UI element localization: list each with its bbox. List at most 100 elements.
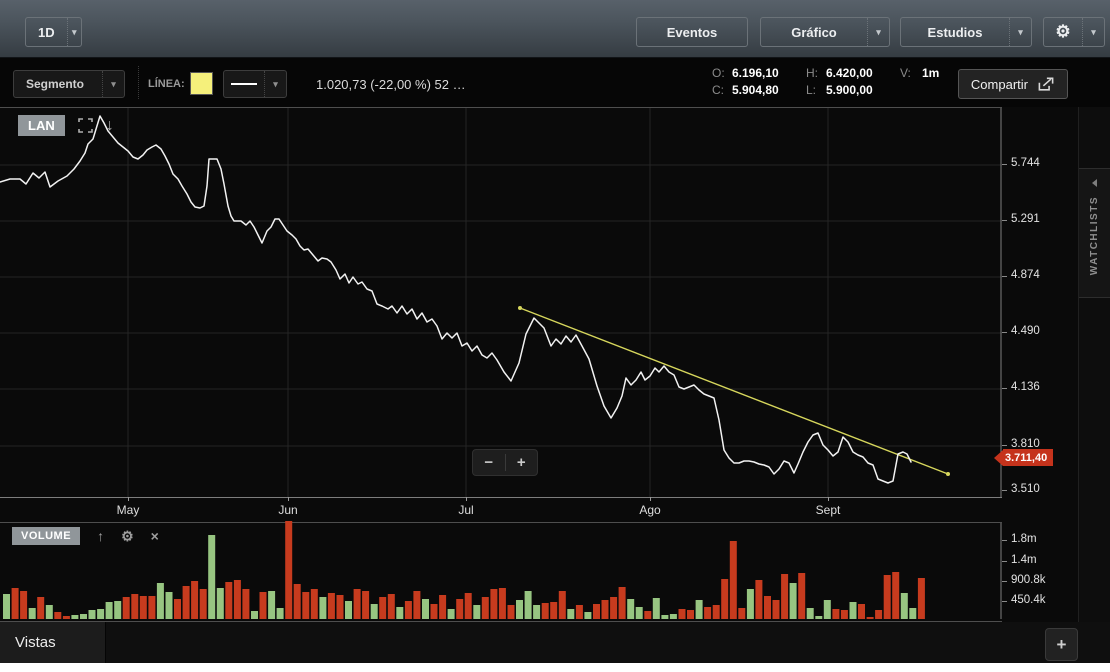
volume-axis[interactable]: 1.8m 1.4m 900.8k 450.4k: [1002, 522, 1078, 622]
price-tick-dash: [1002, 490, 1007, 491]
volume-tick-label: 450.4k: [1011, 594, 1046, 606]
zoom-out-button[interactable]: −: [473, 450, 505, 475]
volume-bar: [806, 608, 814, 619]
price-pane[interactable]: LAN ↓ − +: [0, 107, 1002, 498]
settings-button[interactable]: ⚙ ▾: [1043, 17, 1105, 47]
volume-pane[interactable]: VOLUME ↑ ⚙ ×: [0, 521, 1002, 622]
volume-bar: [114, 601, 122, 619]
volume-badge: VOLUME: [12, 527, 81, 545]
time-axis[interactable]: May Jun Jul Ago Sept: [0, 497, 1002, 522]
add-view-button[interactable]: +: [1045, 628, 1078, 661]
price-tick-dash: [1002, 445, 1007, 446]
volume-bar: [695, 600, 703, 619]
symbol-badge: LAN: [18, 115, 65, 136]
high-value: 6.420,00: [826, 65, 873, 80]
volume-bar: [208, 535, 216, 619]
volume-bar: [353, 589, 361, 619]
volume-bar: [199, 589, 207, 619]
price-tick-label: 4.874: [1011, 269, 1040, 281]
volume-bar: [567, 609, 575, 619]
views-label: Vistas: [15, 634, 56, 651]
price-tick-label: 3.510: [1011, 483, 1040, 495]
price-line: [0, 115, 912, 484]
volume-bar: [396, 607, 404, 619]
price-tick-label: 4.136: [1011, 381, 1040, 393]
trendline-endpoint: [946, 472, 950, 476]
watchlists-label: WATCHLISTS: [1089, 196, 1100, 276]
month-tick: [128, 497, 129, 501]
charting-app: 1D ▾ Eventos Gráfico ▾ Estudios ▾ ⚙ ▾ Se…: [0, 0, 1110, 663]
trendline-endpoint: [518, 306, 522, 310]
segment-dropdown[interactable]: Segmento ▾: [13, 70, 125, 98]
volume-tick-dash: [1002, 561, 1007, 562]
volume-bar: [404, 601, 412, 619]
line-style-dropdown[interactable]: ▾: [223, 70, 287, 98]
share-label: Compartir: [970, 76, 1028, 92]
estudios-button[interactable]: Estudios ▾: [900, 17, 1032, 47]
volume-bar: [156, 583, 164, 619]
chevron-down-icon[interactable]: ▾: [1082, 18, 1104, 46]
close-icon[interactable]: ×: [151, 529, 159, 543]
low-label: L:: [806, 82, 817, 97]
price-tick-dash: [1002, 332, 1007, 333]
close-label: C:: [712, 82, 724, 97]
grafico-button[interactable]: Gráfico ▾: [760, 17, 890, 47]
volume-bar: [516, 600, 523, 619]
chevron-down-icon[interactable]: ▾: [867, 18, 889, 46]
symbol-overlay: LAN ↓: [18, 115, 114, 136]
volume-tick-label: 1.8m: [1011, 533, 1037, 545]
month-tick: [288, 497, 289, 501]
line-label: LÍNEA:: [148, 78, 185, 90]
zoom-control: − +: [472, 449, 538, 476]
volume-bar: [618, 587, 626, 619]
price-tick-dash: [1002, 388, 1007, 389]
volume-bar: [379, 597, 387, 619]
chevron-down-icon[interactable]: ▾: [102, 71, 124, 97]
volume-header: VOLUME ↑ ⚙ ×: [12, 527, 159, 545]
price-tick-label: 3.810: [1011, 438, 1040, 450]
volume-bar: [97, 609, 105, 619]
expand-icon[interactable]: [77, 118, 93, 133]
volume-bar: [191, 581, 199, 619]
watchlists-tab[interactable]: WATCHLISTS: [1079, 168, 1110, 298]
move-down-icon[interactable]: ↓: [106, 117, 114, 134]
gear-icon[interactable]: ⚙: [121, 529, 134, 543]
price-axis[interactable]: 3.711,40 5.744 5.291 4.874 4.490 4.136 3.810 3…: [994, 107, 1078, 497]
share-button[interactable]: Compartir: [957, 69, 1068, 99]
chevron-down-icon[interactable]: ▾: [66, 18, 81, 46]
eventos-button[interactable]: Eventos: [636, 17, 748, 47]
price-chart-svg: [0, 108, 1002, 498]
volume-bar: [54, 612, 62, 619]
gear-icon[interactable]: ⚙: [1044, 18, 1082, 46]
line-style-preview: [224, 71, 264, 97]
line-color-swatch[interactable]: [190, 72, 213, 95]
volume-bar: [584, 612, 592, 619]
volume-bar: [456, 599, 464, 619]
volume-bar: [883, 575, 891, 619]
move-up-icon[interactable]: ↑: [97, 529, 104, 543]
volume-bar: [900, 593, 908, 619]
volume-bar: [233, 580, 241, 619]
chevron-down-icon[interactable]: ▾: [264, 71, 286, 97]
volume-bar: [3, 594, 10, 619]
volume-bar: [507, 605, 515, 619]
timeframe-button[interactable]: 1D ▾: [25, 17, 82, 47]
volume-bar: [225, 582, 233, 619]
volume-bar: [823, 600, 831, 619]
share-icon: [1037, 77, 1055, 92]
eventos-label: Eventos: [666, 24, 718, 40]
volume-bar: [533, 605, 541, 619]
volume-bar: [251, 611, 258, 619]
grafico-label: Gráfico: [791, 24, 837, 40]
volume-bar: [729, 541, 737, 619]
zoom-in-button[interactable]: +: [506, 450, 538, 475]
chevron-down-icon[interactable]: ▾: [1009, 18, 1031, 46]
volume-bar: [430, 604, 438, 619]
views-tab[interactable]: Vistas: [0, 622, 106, 663]
open-label: O:: [712, 65, 725, 80]
chart-region: LAN ↓ − + May Jun Jul Ago Sept VOLUME ↑ ⚙: [0, 107, 1110, 622]
volume-bar: [71, 615, 79, 619]
volume-bar: [293, 584, 301, 619]
volume-bar: [550, 602, 558, 619]
volume-bar: [464, 593, 472, 619]
